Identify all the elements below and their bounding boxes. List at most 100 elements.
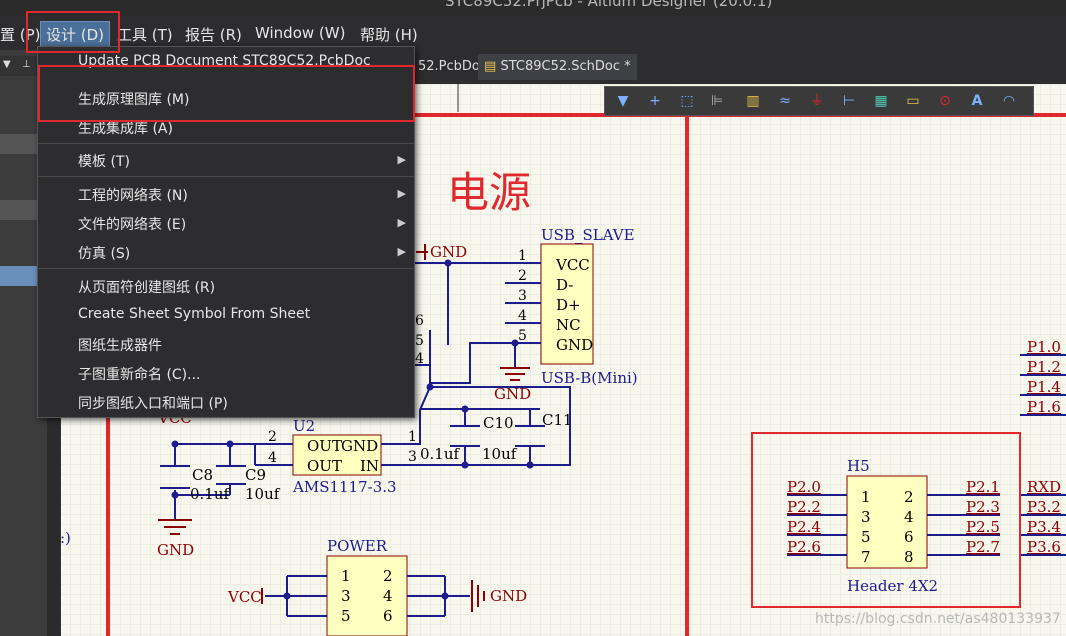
menu-window[interactable]: Window (W) [255, 24, 345, 42]
usb-pin-1: 1 [518, 248, 527, 264]
menu-simulate-label: 仿真 (S) [78, 246, 131, 262]
menu-create-symbol-from-sheet[interactable]: Create Sheet Symbol From Sheet [78, 306, 310, 322]
menu-make-schlib[interactable]: 生成原理图库 (M) [78, 89, 189, 109]
menu-separator [38, 268, 414, 269]
menu-templates[interactable]: 模板 (T) ▶ [78, 151, 406, 171]
gnd-icon[interactable]: ⏚ [807, 91, 827, 111]
vcc-symbol: VCC [227, 588, 263, 606]
gnd-symbol-top: GND [416, 243, 467, 261]
menu-rename-child-sheet[interactable]: 子图重新命名 (C)... [78, 364, 201, 384]
pin-icon[interactable]: ⊥ [22, 59, 31, 70]
dropdown-icon[interactable]: ▼ [3, 59, 11, 70]
net-p2-6: P2.6 [787, 538, 821, 556]
net-p1-0: P1.0 [1027, 338, 1061, 356]
power-header-body [326, 555, 408, 636]
h5-pin-8: 8 [904, 548, 914, 566]
c9-value: 10uf [245, 485, 281, 503]
menu-place[interactable]: 置 (P) [0, 24, 41, 45]
menu-create-sheet-from-symbol[interactable]: 从页面符创建图纸 (R) [78, 277, 215, 297]
text-icon[interactable]: A [967, 91, 987, 111]
menu-tools[interactable]: 工具 (T) [117, 24, 173, 45]
u2-pinnum-4: 4 [268, 450, 277, 466]
design-menu-dropdown: Update PCB Document STC89C52.PcbDoc 生成原理… [37, 46, 415, 418]
c8-ref: C8 [192, 466, 213, 484]
menu-design[interactable]: 设计 (D) [40, 21, 111, 48]
h5-ref: H5 [847, 457, 870, 475]
net-p1-4: P1.4 [1027, 378, 1061, 396]
submenu-arrow-icon: ▶ [397, 216, 406, 229]
menu-project-netlist[interactable]: 工程的网络表 (N) ▶ [78, 185, 406, 205]
gnd-symbol-bottom: GND [157, 519, 194, 559]
usb-pin-dp: D+ [556, 296, 581, 314]
menu-make-intlib[interactable]: 生成集成库 (A) [78, 118, 173, 138]
h5-pin-2: 2 [904, 488, 914, 506]
gnd-symbol-usb: GND [494, 367, 531, 403]
capacitor-c8 [160, 465, 190, 489]
component-icon[interactable]: ▥ [743, 91, 763, 111]
power-pin-6: 6 [383, 607, 393, 625]
right-edge-nets: P1.0 P1.2 P1.4 P1.6 RXD P3.2 P3.4 P3.6 [1027, 338, 1061, 556]
net-p1-6: P1.6 [1027, 398, 1061, 416]
u2-pin-gnd: GND [341, 437, 378, 455]
plus-icon[interactable]: + [645, 91, 665, 111]
gnd-symbol-power: GND [471, 580, 527, 612]
part-icon[interactable]: ▦ [871, 91, 891, 111]
gnd-label-top: GND [430, 243, 467, 261]
c10-value: 0.1uf [420, 445, 461, 463]
c11-ref: C11 [542, 411, 573, 429]
menu-separator [38, 176, 414, 177]
u2-pinnum-3: 3 [408, 449, 417, 465]
menu-document-netlist-label: 文件的网络表 (E) [78, 217, 187, 233]
usb-pin-4: 4 [518, 308, 527, 324]
select-rect-icon[interactable]: ⬚ [677, 91, 697, 111]
menu-reports[interactable]: 报告 (R) [185, 24, 242, 45]
usb-ref: USB_SLAVE [541, 226, 635, 244]
menu-sync-sheet-entries[interactable]: 同步图纸入口和端口 (P) [78, 393, 228, 413]
netlabel-icon[interactable]: ⊢ [839, 91, 859, 111]
u2-pinnum-2: 2 [268, 429, 277, 445]
u2-ref: U2 [293, 417, 315, 435]
power-ref: POWER [327, 537, 388, 555]
submenu-arrow-icon: ▶ [397, 245, 406, 258]
noerc-icon[interactable]: ⊙ [935, 91, 955, 111]
h5-pin-6: 6 [904, 528, 914, 546]
menu-bar: 置 (P) 设计 (D) 工具 (T) 报告 (R) Window (W) 帮助… [0, 16, 1066, 50]
menu-sheet-to-component[interactable]: 图纸生成器件 [78, 335, 162, 355]
menu-project-netlist-label: 工程的网络表 (N) [78, 188, 188, 204]
net-p2-7: P2.7 [966, 538, 1000, 556]
schdoc-icon: ▤ [484, 59, 497, 74]
filter-icon[interactable]: ▼ [613, 91, 633, 111]
net-rxd: RXD [1027, 478, 1061, 496]
submenu-arrow-icon: ▶ [397, 153, 406, 166]
net-p2-0: P2.0 [787, 478, 821, 496]
port-icon[interactable]: ▭ [903, 91, 923, 111]
power-pin-1: 1 [341, 567, 351, 585]
tab-schdoc[interactable]: ▤ STC89C52.SchDoc * [478, 54, 637, 80]
menu-help[interactable]: 帮助 (H) [360, 24, 418, 45]
menu-update-pcb[interactable]: Update PCB Document STC89C52.PcbDoc [78, 53, 371, 69]
power-pin-3: 3 [341, 587, 351, 605]
c11-value: 10uf [482, 445, 518, 463]
net-p2-2: P2.2 [787, 498, 821, 516]
gnd-label-power: GND [490, 587, 527, 605]
c10-ref: C10 [483, 414, 514, 432]
net-p2-5: P2.5 [966, 518, 1000, 536]
watermark: https://blog.csdn.net/as480133937 [815, 611, 1061, 627]
menu-document-netlist[interactable]: 文件的网络表 (E) ▶ [78, 214, 406, 234]
usb-pin-nc: NC [556, 316, 581, 334]
u2-pin-in: IN [360, 457, 379, 475]
h5-pin-4: 4 [904, 508, 914, 526]
menu-simulate[interactable]: 仿真 (S) ▶ [78, 243, 406, 263]
gnd-label-usb: GND [494, 385, 531, 403]
capacitor-c9 [216, 465, 246, 485]
net-p1-2: P1.2 [1027, 358, 1061, 376]
usb-value: USB-B(Mini) [541, 369, 638, 387]
c8-value: 0.1uf [190, 485, 231, 503]
arc-icon[interactable]: ◠ [999, 91, 1019, 111]
align-icon[interactable]: ⊫ [707, 91, 727, 111]
c9-ref: C9 [245, 466, 266, 484]
power-pin-4: 4 [383, 587, 393, 605]
bus-icon[interactable]: ≈ [775, 91, 795, 111]
net-p2-1: P2.1 [966, 478, 1000, 496]
h5-pin-1: 1 [861, 488, 871, 506]
